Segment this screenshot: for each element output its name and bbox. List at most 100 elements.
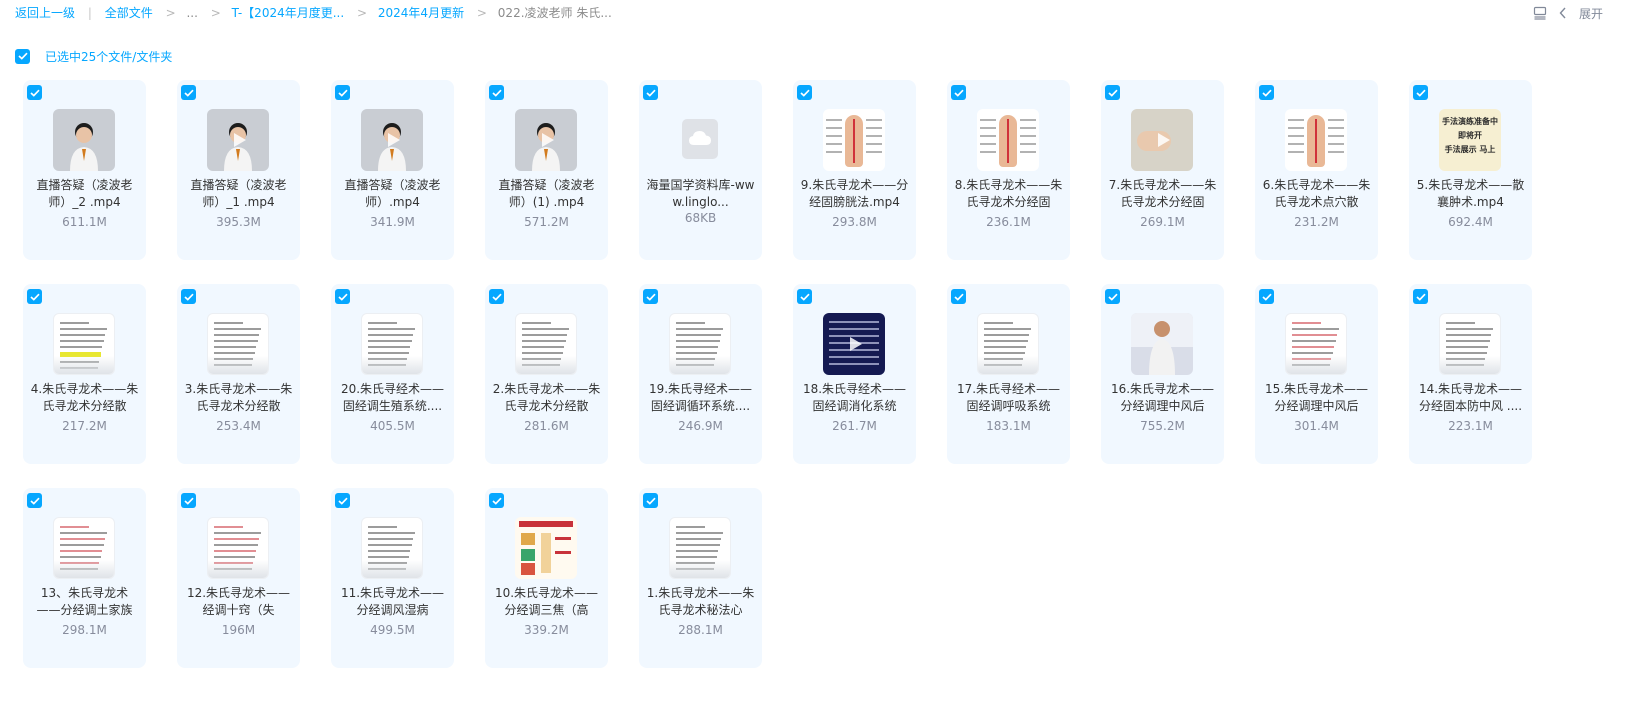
file-card[interactable]: 直播答疑（凌波老师）(1) .mp4 571.2M — [485, 80, 608, 260]
file-card[interactable]: 14.朱氏寻龙术——分经固本防中风 .... 223.1M — [1409, 284, 1532, 464]
file-checkbox[interactable] — [1413, 85, 1428, 100]
file-checkbox[interactable] — [1105, 289, 1120, 304]
video-thumbnail — [823, 313, 885, 375]
file-name: 8.朱氏寻龙术——朱氏寻龙术分经固 — [954, 178, 1063, 209]
document-thumbnail — [207, 313, 269, 375]
file-size: 261.7M — [832, 419, 877, 433]
file-checkbox[interactable] — [643, 85, 658, 100]
file-card[interactable]: 9.朱氏寻龙术——分经固膀胱法.mp4 293.8M — [793, 80, 916, 260]
file-card[interactable]: 3.朱氏寻龙术——朱氏寻龙术分经散 253.4M — [177, 284, 300, 464]
file-checkbox[interactable] — [489, 85, 504, 100]
file-checkbox[interactable] — [335, 493, 350, 508]
breadcrumb-ellipsis[interactable]: ... — [186, 6, 197, 20]
poster-text-1: 手法演练准备中 — [1442, 117, 1498, 126]
file-checkbox[interactable] — [181, 85, 196, 100]
expand-button[interactable]: 展开 — [1579, 5, 1603, 22]
file-card[interactable]: 海量国学资料库-www.linglo... 68KB — [639, 80, 762, 260]
file-name: 16.朱氏寻龙术——分经调理中风后 — [1110, 382, 1215, 413]
file-card[interactable]: 直播答疑（凌波老师）_1 .mp4 395.3M — [177, 80, 300, 260]
file-card[interactable]: 20.朱氏寻经术——固经调生殖系统.... 405.5M — [331, 284, 454, 464]
chevron-left-icon[interactable] — [1559, 7, 1567, 19]
video-thumbnail — [53, 109, 115, 171]
file-size: 231.2M — [1294, 215, 1339, 229]
file-checkbox[interactable] — [489, 289, 504, 304]
file-card[interactable]: 11.朱氏寻龙术——分经调风湿病 499.5M — [331, 488, 454, 668]
file-card[interactable]: 直播答疑（凌波老师）.mp4 341.9M — [331, 80, 454, 260]
right-toolbar: 展开 — [1533, 5, 1603, 21]
file-card[interactable]: 手法演练准备中 即将开 手法展示 马上 5.朱氏寻龙术——散襄肿术.mp4 692.4M — [1409, 80, 1532, 260]
file-checkbox[interactable] — [1259, 85, 1274, 100]
file-card[interactable]: 17.朱氏寻经术——固经调呼吸系统 183.1M — [947, 284, 1070, 464]
document-thumbnail — [515, 313, 577, 375]
file-checkbox[interactable] — [797, 289, 812, 304]
video-thumbnail — [1131, 109, 1193, 171]
file-size: 341.9M — [370, 215, 415, 229]
file-card[interactable]: 10.朱氏寻龙术——分经调三焦（高 339.2M — [485, 488, 608, 668]
file-card[interactable]: 4.朱氏寻龙术——朱氏寻龙术分经散 217.2M — [23, 284, 146, 464]
video-thumbnail — [207, 109, 269, 171]
file-card[interactable]: 6.朱氏寻龙术——朱氏寻龙术点穴散 231.2M — [1255, 80, 1378, 260]
breadcrumb-arrow: > — [476, 6, 487, 20]
file-card[interactable]: 19.朱氏寻经术——固经调循环系统.... 246.9M — [639, 284, 762, 464]
file-checkbox[interactable] — [27, 289, 42, 304]
document-thumbnail — [53, 517, 115, 579]
file-checkbox[interactable] — [27, 493, 42, 508]
file-card[interactable]: 2.朱氏寻龙术——朱氏寻龙术分经散 281.6M — [485, 284, 608, 464]
breadcrumb-folder-monthly[interactable]: T-【2024年月度更... — [232, 6, 345, 20]
file-size: 269.1M — [1140, 215, 1185, 229]
back-link[interactable]: 返回上一级 — [15, 6, 75, 20]
file-checkbox[interactable] — [951, 85, 966, 100]
file-card[interactable]: 1.朱氏寻龙术——朱氏寻龙术秘法心 288.1M — [639, 488, 762, 668]
file-checkbox[interactable] — [643, 289, 658, 304]
file-checkbox[interactable] — [643, 493, 658, 508]
file-checkbox[interactable] — [181, 289, 196, 304]
breadcrumb-current: 022.凌波老师 朱氏... — [497, 6, 612, 20]
file-size: 217.2M — [62, 419, 107, 433]
selection-count-label: 已选中25个文件/文件夹 — [45, 49, 173, 64]
video-thumbnail — [515, 109, 577, 171]
file-checkbox[interactable] — [1259, 289, 1274, 304]
file-card[interactable]: 15.朱氏寻龙术——分经调理中风后 301.4M — [1255, 284, 1378, 464]
breadcrumb-arrow: > — [210, 6, 221, 20]
file-size: 246.9M — [678, 419, 723, 433]
file-name: 10.朱氏寻龙术——分经调三焦（高 — [494, 586, 599, 617]
document-thumbnail — [207, 517, 269, 579]
file-name: 15.朱氏寻龙术——分经调理中风后 — [1264, 382, 1369, 413]
file-checkbox[interactable] — [1105, 85, 1120, 100]
file-checkbox[interactable] — [335, 85, 350, 100]
file-card[interactable]: 18.朱氏寻经术——固经调消化系统 261.7M — [793, 284, 916, 464]
play-icon — [388, 133, 400, 147]
file-grid: 直播答疑（凌波老师）_2 .mp4 611.1M 直播答疑（凌波老师）_1 .mp4… — [23, 80, 1532, 668]
file-card[interactable]: 16.朱氏寻龙术——分经调理中风后 755.2M — [1101, 284, 1224, 464]
file-checkbox[interactable] — [1413, 289, 1428, 304]
file-checkbox[interactable] — [181, 493, 196, 508]
anatomy-thumbnail — [1285, 109, 1347, 171]
file-card[interactable]: 8.朱氏寻龙术——朱氏寻龙术分经固 236.1M — [947, 80, 1070, 260]
breadcrumb-folder-april[interactable]: 2024年4月更新 — [378, 6, 464, 20]
file-checkbox[interactable] — [27, 85, 42, 100]
file-checkbox[interactable] — [951, 289, 966, 304]
select-all-checkbox[interactable] — [15, 48, 30, 64]
all-files-link[interactable]: 全部文件 — [105, 6, 153, 20]
file-card[interactable]: 12.朱氏寻龙术——经调十窍（失 196M — [177, 488, 300, 668]
file-checkbox[interactable] — [489, 493, 504, 508]
list-view-icon[interactable] — [1533, 6, 1547, 20]
file-name: 20.朱氏寻经术——固经调生殖系统.... — [340, 382, 445, 413]
file-card[interactable]: 13、朱氏寻龙术——分经调土家族 298.1M — [23, 488, 146, 668]
file-card[interactable]: 直播答疑（凌波老师）_2 .mp4 611.1M — [23, 80, 146, 260]
file-name: 17.朱氏寻经术——固经调呼吸系统 — [956, 382, 1061, 413]
file-size: 253.4M — [216, 419, 261, 433]
anatomy-thumbnail — [823, 109, 885, 171]
file-card[interactable]: 7.朱氏寻龙术——朱氏寻龙术分经固 269.1M — [1101, 80, 1224, 260]
play-icon — [850, 337, 862, 351]
file-name: 直播答疑（凌波老师）.mp4 — [344, 178, 441, 209]
file-name: 5.朱氏寻龙术——散襄肿术.mp4 — [1416, 178, 1525, 209]
file-checkbox[interactable] — [797, 85, 812, 100]
breadcrumb-arrow: > — [165, 6, 176, 20]
file-name: 直播答疑（凌波老师）(1) .mp4 — [498, 178, 595, 209]
file-size: 339.2M — [524, 623, 569, 637]
file-name: 18.朱氏寻经术——固经调消化系统 — [802, 382, 907, 413]
file-checkbox[interactable] — [335, 289, 350, 304]
file-name: 直播答疑（凌波老师）_2 .mp4 — [36, 178, 133, 209]
cloud-icon — [689, 131, 711, 145]
